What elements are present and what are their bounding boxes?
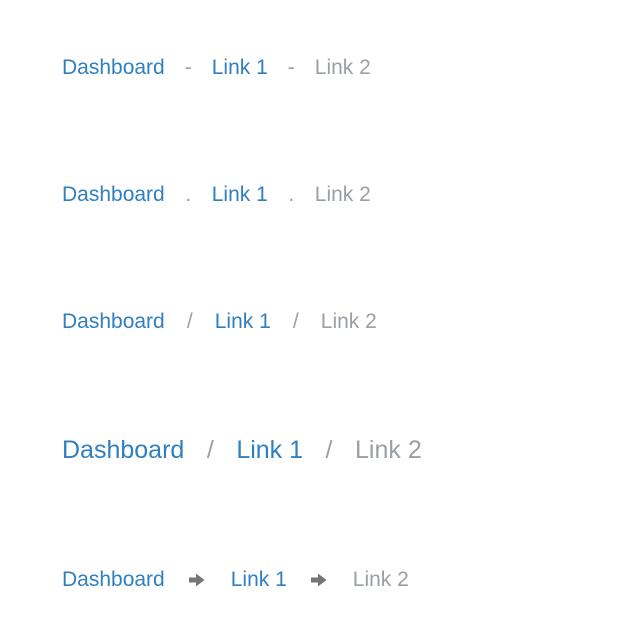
breadcrumb-dash: Dashboard - Link 1 - Link 2 <box>62 56 371 80</box>
breadcrumb-separator: . <box>288 183 295 206</box>
breadcrumb-link-link1[interactable]: Link 1 <box>236 436 303 465</box>
breadcrumb-link-dashboard[interactable]: Dashboard <box>62 56 165 80</box>
breadcrumb-separator: / <box>186 310 193 333</box>
breadcrumb-separator: / <box>206 436 214 464</box>
arrow-right-icon <box>287 573 353 587</box>
breadcrumb-dot: Dashboard . Link 1 . Link 2 <box>62 183 371 207</box>
breadcrumb-slash: Dashboard / Link 1 / Link 2 <box>62 310 377 334</box>
breadcrumb-link-link1[interactable]: Link 1 <box>215 310 271 334</box>
breadcrumb-link-link1[interactable]: Link 1 <box>212 56 268 80</box>
breadcrumb-arrow: Dashboard Link 1 Link 2 <box>62 568 409 592</box>
breadcrumb-link-dashboard[interactable]: Dashboard <box>62 310 165 334</box>
breadcrumb-current-link2: Link 2 <box>314 56 371 79</box>
breadcrumb-separator: - <box>184 56 192 79</box>
breadcrumb-separator: - <box>287 56 295 79</box>
arrow-right-icon <box>165 573 231 587</box>
breadcrumb-link-link1[interactable]: Link 1 <box>212 183 268 207</box>
breadcrumb-link-dashboard[interactable]: Dashboard <box>62 436 184 465</box>
breadcrumb-link-link1[interactable]: Link 1 <box>231 568 287 592</box>
breadcrumb-link-dashboard[interactable]: Dashboard <box>62 183 165 207</box>
breadcrumb-link-dashboard[interactable]: Dashboard <box>62 568 165 592</box>
breadcrumb-separator: / <box>292 310 299 333</box>
breadcrumb-current-link2: Link 2 <box>352 568 409 591</box>
breadcrumb-separator: . <box>185 183 192 206</box>
breadcrumb-current-link2: Link 2 <box>355 436 422 464</box>
breadcrumb-current-link2: Link 2 <box>320 310 377 333</box>
breadcrumb-current-link2: Link 2 <box>314 183 371 206</box>
breadcrumb-slash-large: Dashboard / Link 1 / Link 2 <box>62 436 422 465</box>
breadcrumb-separator: / <box>325 436 333 464</box>
